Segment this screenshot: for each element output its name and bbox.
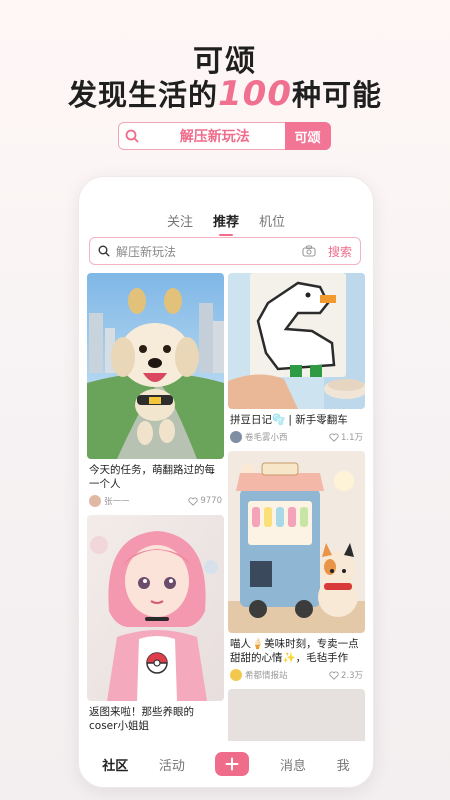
like-button[interactable]: 2.3万: [329, 669, 363, 681]
search-icon: [98, 242, 110, 261]
heart-icon: [188, 496, 198, 506]
promo-search-text: 解压新玩法: [179, 129, 250, 145]
feed-card[interactable]: 拼豆日记🫧 | 新手零翻车 卷毛雾小西 1.1万: [228, 273, 365, 445]
promo-search-button[interactable]: 可颂: [284, 122, 331, 150]
tab-following[interactable]: 关注: [167, 211, 193, 234]
feed-card[interactable]: 今天的任务，萌翻路过的每一个人 张一一 9770: [87, 273, 224, 509]
card-author: 张一一: [104, 497, 130, 507]
feed-card[interactable]: 返图来啦！那些养眼的coser小姐姐: [87, 515, 224, 733]
nav-me[interactable]: 我: [337, 755, 350, 774]
create-post-button[interactable]: [215, 752, 250, 776]
plus-icon: [225, 757, 239, 771]
pixel-duck-bead-art-image: [228, 273, 365, 409]
camera-icon[interactable]: [300, 245, 318, 257]
avatar: [230, 431, 242, 443]
card-title: 拼豆日记🫧 | 新手零翻车: [230, 414, 348, 426]
bottom-nav: 社区 活动 消息 我: [79, 741, 373, 787]
like-button[interactable]: 1.1万: [329, 431, 363, 443]
tab-recommended[interactable]: 推荐: [213, 211, 239, 234]
like-count: 9770: [200, 496, 222, 506]
card-meta: 卷毛雾小西 1.1万: [228, 427, 365, 445]
nav-messages[interactable]: 消息: [280, 755, 306, 774]
card-title: 返图来啦！那些养眼的coser小姐姐: [89, 706, 194, 732]
feed-column-left: 今天的任务，萌翻路过的每一个人 张一一 9770 返图来啦！那些养眼的coser…: [87, 273, 224, 739]
nav-community[interactable]: 社区: [102, 755, 128, 774]
like-button[interactable]: 9770: [188, 496, 222, 506]
hero-subtitle-before: 发现生活的: [67, 78, 218, 112]
felt-cat-ice-cream-cart-image: [228, 451, 365, 633]
partial-next-card-image: [228, 689, 365, 749]
search-icon: [119, 129, 145, 143]
heart-icon: [329, 432, 339, 442]
tab-spots[interactable]: 机位: [259, 211, 285, 234]
golden-retriever-puppy-image: [87, 273, 224, 459]
feed-column-right: 拼豆日记🫧 | 新手零翻车 卷毛雾小西 1.1万 喵人🍦美味时刻，专卖一点甜甜的…: [228, 273, 365, 755]
hero-subtitle-after: 种可能: [291, 78, 382, 112]
card-title: 今天的任务，萌翻路过的每一个人: [89, 464, 215, 490]
search-button[interactable]: 搜索: [328, 243, 352, 260]
card-author: 卷毛雾小西: [245, 433, 288, 443]
like-count: 1.1万: [340, 433, 363, 443]
card-author: 希都情报站: [245, 671, 288, 681]
search-placeholder[interactable]: 解压新玩法: [116, 243, 300, 260]
feed-tabs: 关注 推荐 机位: [79, 211, 373, 234]
promo-search-bar[interactable]: 解压新玩法 可颂: [118, 122, 331, 150]
heart-icon: [329, 670, 339, 680]
pink-hair-cosplayer-image: [87, 515, 224, 701]
hero-subtitle-highlight: 100: [218, 74, 292, 114]
nav-activities[interactable]: 活动: [159, 755, 185, 774]
avatar: [89, 495, 101, 507]
feed-card[interactable]: [228, 689, 365, 749]
hero-subtitle: 发现生活的100种可能: [0, 72, 450, 114]
phone-frame: 关注 推荐 机位 解压新玩法 搜索 今天的任务，萌翻路过的每一个人 张一一 97…: [78, 176, 374, 788]
card-meta: 希都情报站 2.3万: [228, 665, 365, 683]
search-bar[interactable]: 解压新玩法 搜索: [89, 237, 361, 265]
card-meta: 张一一 9770: [87, 491, 224, 509]
feed-card[interactable]: 喵人🍦美味时刻，专卖一点甜甜的心情✨，毛毡手作 希都情报站 2.3万: [228, 451, 365, 683]
like-count: 2.3万: [340, 671, 363, 681]
avatar: [230, 669, 242, 681]
card-title: 喵人🍦美味时刻，专卖一点甜甜的心情✨，毛毡手作: [230, 638, 359, 664]
